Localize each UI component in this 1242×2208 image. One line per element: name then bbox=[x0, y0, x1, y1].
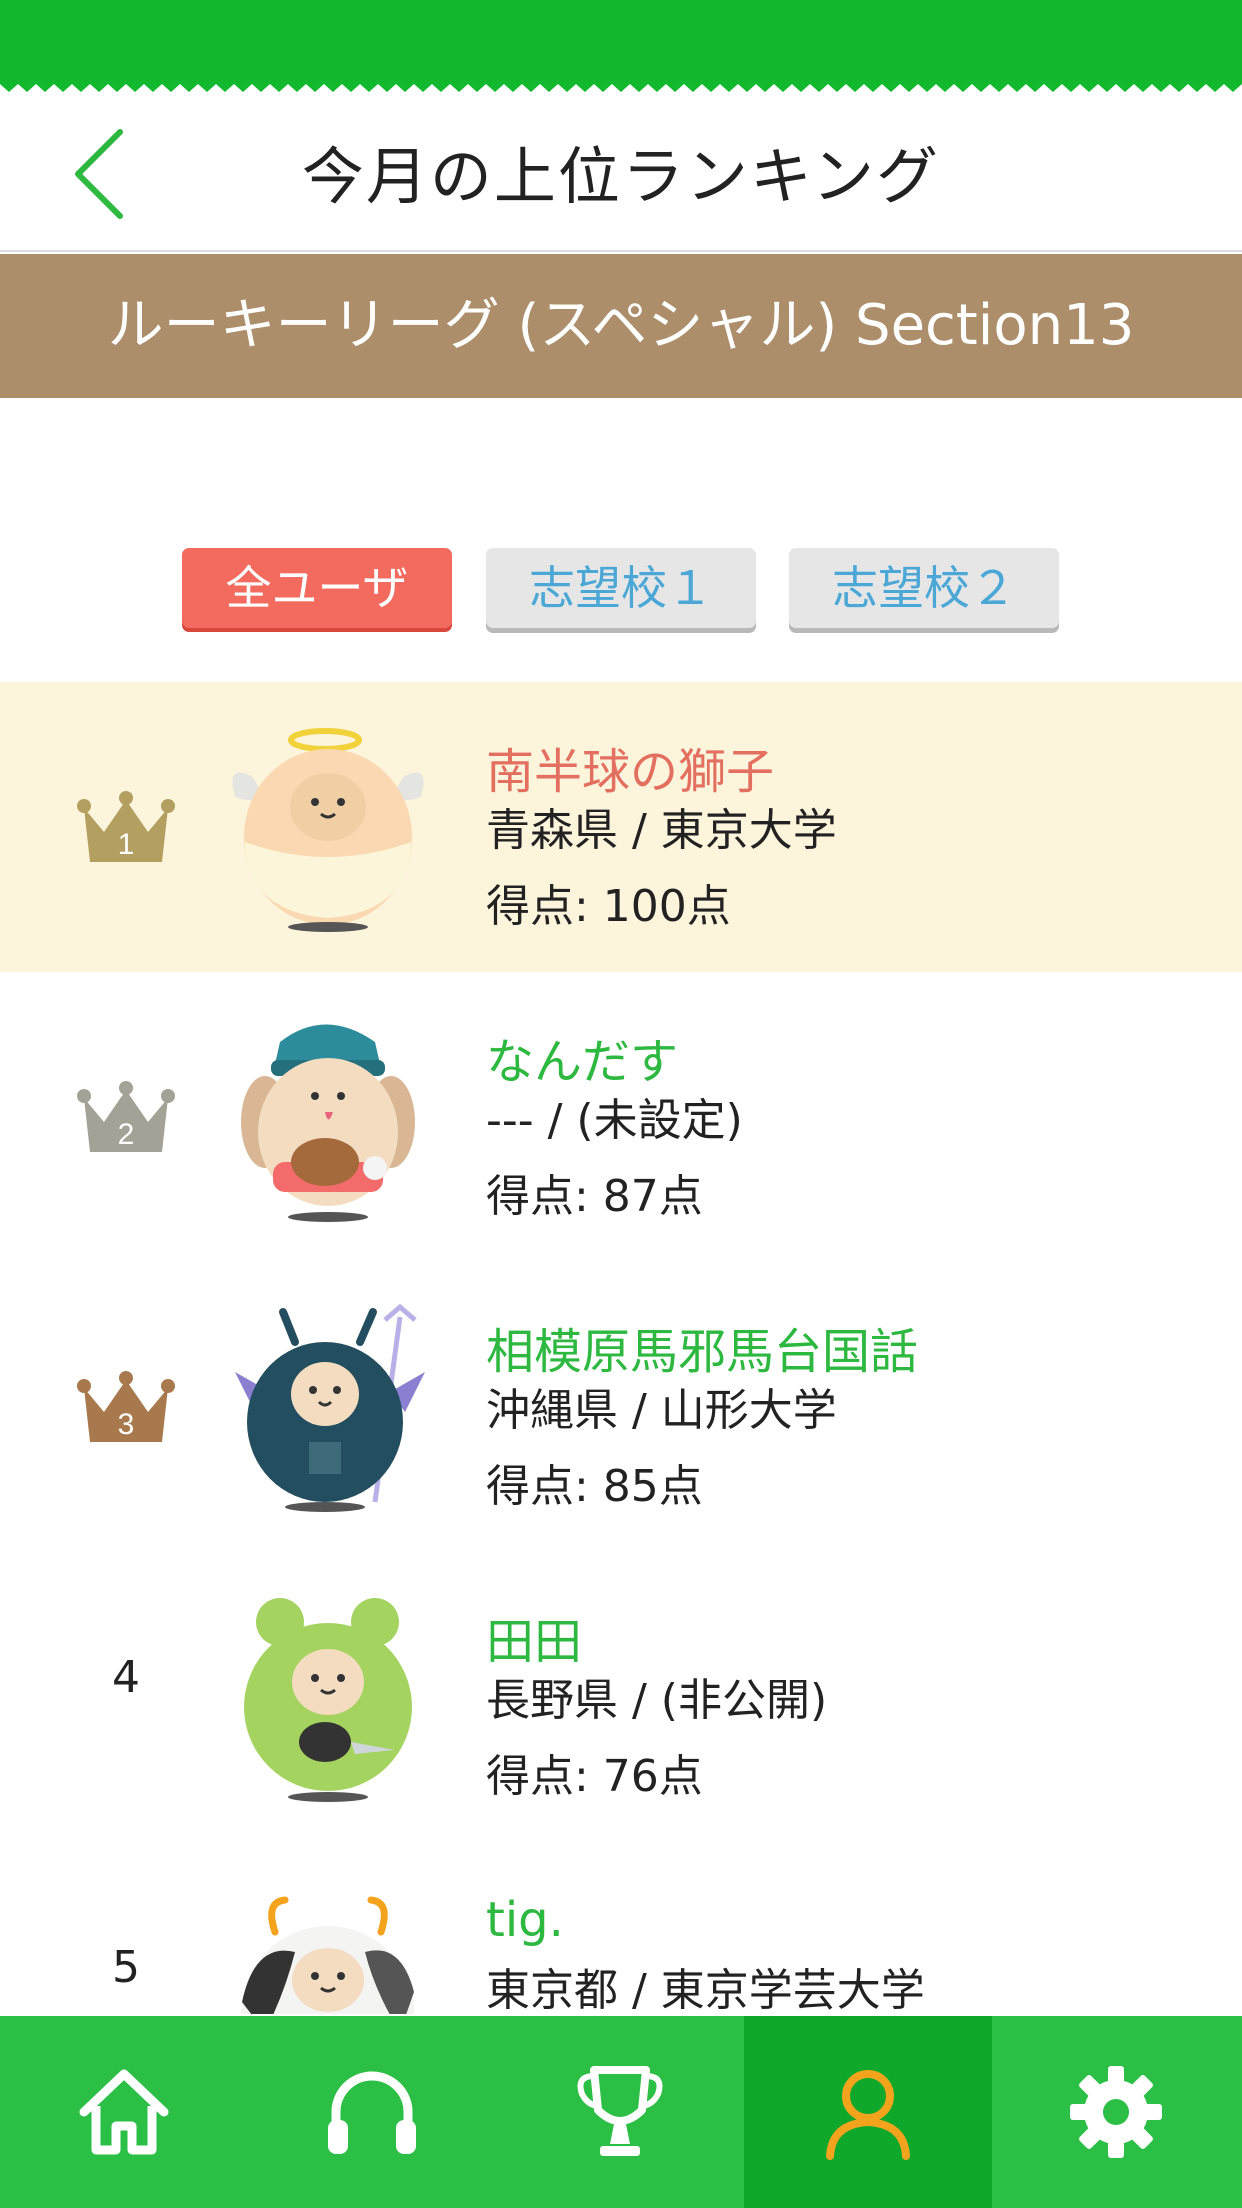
tab-target-school-1[interactable]: 志望校１ bbox=[486, 548, 756, 628]
bottom-nav bbox=[0, 2016, 1242, 2208]
user-location: 長野県 / (非公開) bbox=[486, 1675, 828, 1726]
tab-all-users[interactable]: 全ユーザ bbox=[182, 548, 452, 628]
dog-avatar bbox=[241, 1024, 415, 1222]
trophy-icon bbox=[577, 2066, 663, 2156]
ranking-list[interactable]: 1 南半球の獅子 青森県 / 東京大学 得点: 100点 2 なんだす --- … bbox=[0, 682, 1242, 2014]
nav-home[interactable] bbox=[0, 2016, 248, 2208]
header: 今月の上位ランキング bbox=[0, 96, 1242, 252]
user-location: --- / (未設定) bbox=[486, 1095, 743, 1146]
devil-bear-avatar bbox=[235, 1303, 425, 1512]
nav-ranking[interactable] bbox=[496, 2016, 744, 2208]
crown-gold-icon: 1 bbox=[77, 791, 175, 862]
nav-settings[interactable] bbox=[992, 2016, 1242, 2208]
ranking-row-2[interactable]: 2 なんだす --- / (未設定) 得点: 87点 bbox=[0, 972, 1242, 1262]
user-icon bbox=[826, 2070, 910, 2160]
user-location: 東京都 / 東京学芸大学 bbox=[486, 1965, 925, 2014]
frog-bear-avatar bbox=[244, 1598, 412, 1802]
league-label: ルーキーリーグ (スペシャル) Section13 bbox=[0, 254, 1242, 398]
ranking-row-5[interactable]: 5 tig. 東京都 / 東京学芸大学 bbox=[0, 1842, 1242, 2014]
user-name[interactable]: tig. bbox=[486, 1892, 564, 1948]
user-location: 青森県 / 東京大学 bbox=[486, 805, 837, 856]
user-score: 得点: 76点 bbox=[486, 1751, 703, 1802]
angel-bear-avatar bbox=[232, 728, 424, 932]
ranking-row-4[interactable]: 4 田田 長野県 / (非公開) 得点: 76点 bbox=[0, 1552, 1242, 1842]
ranking-row-3[interactable]: 3 相模原馬邪馬台国話 沖縄県 / 山形大学 得点: 85点 bbox=[0, 1262, 1242, 1552]
rank-number: 5 bbox=[112, 1942, 140, 1993]
gear-icon bbox=[1070, 2066, 1162, 2158]
home-icon bbox=[79, 2069, 169, 2155]
user-name[interactable]: なんだす bbox=[486, 1022, 678, 1092]
svg-text:2: 2 bbox=[118, 1118, 135, 1151]
crown-bronze-icon: 3 bbox=[77, 1371, 175, 1442]
rank-number: 4 bbox=[112, 1652, 140, 1703]
cow-bear-avatar bbox=[242, 1896, 414, 2014]
user-name[interactable]: 相模原馬邪馬台国話 bbox=[486, 1312, 918, 1382]
filter-tabs: 全ユーザ 志望校１ 志望校２ bbox=[0, 548, 1242, 634]
user-name[interactable]: 南半球の獅子 bbox=[486, 732, 774, 802]
page-title: 今月の上位ランキング bbox=[301, 140, 941, 213]
nav-listening[interactable] bbox=[248, 2016, 496, 2208]
svg-text:3: 3 bbox=[118, 1408, 135, 1441]
nav-mypage[interactable] bbox=[744, 2016, 992, 2208]
headphones-icon bbox=[328, 2071, 416, 2154]
zigzag-edge bbox=[0, 78, 1242, 92]
user-location: 沖縄県 / 山形大学 bbox=[486, 1385, 837, 1436]
user-name[interactable]: 田田 bbox=[486, 1602, 582, 1672]
user-score: 得点: 87点 bbox=[486, 1171, 703, 1222]
user-score: 得点: 100点 bbox=[486, 881, 731, 932]
ranking-row-1[interactable]: 1 南半球の獅子 青森県 / 東京大学 得点: 100点 bbox=[0, 682, 1242, 972]
tab-target-school-2[interactable]: 志望校２ bbox=[789, 548, 1059, 628]
user-score: 得点: 85点 bbox=[486, 1461, 703, 1512]
svg-text:1: 1 bbox=[118, 828, 135, 861]
top-status-bar bbox=[0, 0, 1242, 84]
crown-silver-icon: 2 bbox=[77, 1081, 175, 1152]
